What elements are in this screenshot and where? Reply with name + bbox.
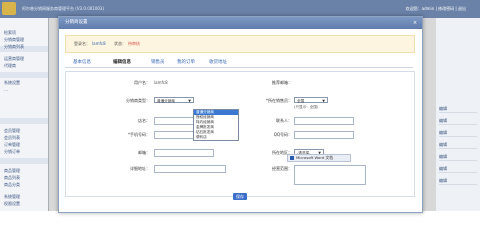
scope-textarea[interactable] — [294, 165, 366, 185]
username-label: 用户名： — [134, 80, 150, 85]
word-document-icon — [290, 156, 294, 160]
tab-bar: 基本信息 编辑信息 销售员 我的订单 收货地址 — [65, 57, 413, 68]
edit-form: 用户名： lamfc8 分销商类型： 普通分销商 ▼ 店名： *手机号码： 邮箱… — [65, 71, 415, 197]
phone-label: *手机号码： — [128, 132, 150, 137]
sales-selected: 全国 — [297, 99, 305, 103]
notice-user: lamfc8 — [92, 41, 106, 46]
chevron-down-icon: ▼ — [188, 99, 191, 103]
distributor-settings-modal: 分销商设置 × 登录名： lamfc8 状态： 待审核 基本信息 编辑信息 销售… — [58, 16, 423, 213]
background-table: 编辑 编辑 编辑 编辑 编辑 编辑 编辑 — [436, 18, 480, 211]
sidebar-item[interactable]: 会员管理 — [4, 128, 20, 134]
scope-label: 经营范围： — [272, 166, 292, 171]
notice-status: 待审核 — [128, 41, 140, 46]
sidebar-section — [0, 158, 48, 164]
sidebar-item[interactable]: 系统管理 — [4, 194, 20, 200]
sidebar-item[interactable]: 会员列表 — [4, 135, 20, 141]
sales-hint: (只显示：全国) — [294, 105, 319, 109]
table-row[interactable]: 编辑 — [439, 118, 477, 125]
modal-titlebar[interactable]: 分销商设置 × — [59, 17, 422, 29]
table-row[interactable]: 编辑 — [439, 178, 477, 185]
notice-user-label: 登录名： — [74, 41, 90, 46]
notice-bar: 登录名： lamfc8 状态： 待审核 — [65, 35, 415, 53]
table-row[interactable]: 编辑 — [439, 154, 477, 161]
referrer-label: 推荐邮箱： — [272, 80, 292, 85]
sidebar-item[interactable]: 商品管理 — [4, 168, 20, 174]
qq-input[interactable] — [294, 131, 354, 139]
sidebar-item[interactable]: 分销商管理 — [4, 37, 24, 43]
type-selected: 普通分销商 — [157, 99, 175, 103]
address-label: 详细地址： — [130, 166, 150, 171]
logo-icon — [2, 2, 16, 15]
notice-status-label: 状态： — [114, 41, 126, 46]
sales-select[interactable]: 全国 ▼ — [294, 97, 328, 103]
save-button[interactable]: 保存 — [233, 193, 247, 200]
sidebar-item[interactable]: 商品列表 — [4, 175, 20, 181]
sidebar: 检索项 分销商管理 分销商列表 运营商管理 代理商 系统设置 … 会员管理 会员… — [0, 18, 49, 211]
region-label: 所在地区： — [272, 150, 292, 155]
address-input[interactable] — [154, 165, 226, 173]
dropdown-option[interactable]: 便利店 — [194, 135, 238, 140]
close-icon[interactable]: × — [412, 20, 418, 26]
username-value: lamfc8 — [154, 80, 168, 85]
sidebar-item[interactable]: … — [4, 87, 8, 92]
table-row[interactable]: 编辑 — [439, 142, 477, 149]
store-label: 店名： — [138, 118, 150, 123]
sidebar-item[interactable]: 商品分类 — [4, 182, 20, 188]
email-label: 邮箱： — [138, 150, 150, 155]
modal-title: 分销商设置 — [65, 20, 88, 25]
sidebar-item[interactable]: 代理商 — [4, 63, 16, 69]
sales-label: *所在销售员： — [266, 98, 292, 103]
table-row[interactable]: 编辑 — [439, 166, 477, 173]
sidebar-section — [0, 72, 48, 78]
tab-address[interactable]: 收货地址 — [209, 59, 227, 65]
table-row[interactable]: 编辑 — [439, 130, 477, 137]
sidebar-section — [0, 118, 48, 124]
tab-my-orders[interactable]: 我的订单 — [177, 59, 195, 65]
type-label: 分销商类型： — [126, 98, 150, 103]
sidebar-item[interactable]: 权限设置 — [4, 201, 20, 207]
email-input[interactable] — [154, 149, 214, 157]
contact-input[interactable] — [294, 117, 354, 125]
tab-basic-info[interactable]: 基本信息 — [73, 59, 91, 65]
qq-label: QQ号码： — [273, 132, 292, 137]
sidebar-item[interactable]: 检索项 — [4, 30, 16, 36]
sidebar-item[interactable]: 系统设置 — [4, 80, 20, 86]
sidebar-item[interactable]: 运营商管理 — [4, 56, 24, 62]
contact-label: 联系人： — [276, 118, 292, 123]
autocomplete-text: Microsoft Word 文档 — [296, 155, 334, 160]
chevron-down-icon: ▼ — [322, 99, 325, 103]
type-select[interactable]: 普通分销商 ▼ — [154, 97, 194, 103]
user-links[interactable]: 欢迎您：admin | 修改密码 | 退出 — [406, 6, 466, 12]
tab-edit-info[interactable]: 编辑信息 — [113, 59, 131, 65]
system-title: 阿尔普分销网服务商管理平台 (V3.0.001003) — [22, 6, 105, 11]
type-dropdown-list: 普通分销商 授权经销商 特约经销商 金牌批发商 钻石批发商 便利店 — [193, 109, 239, 141]
autocomplete-popup[interactable]: Microsoft Word 文档 — [287, 154, 351, 162]
table-row[interactable]: 编辑 — [439, 106, 477, 113]
sidebar-item[interactable]: 分销商列表 — [4, 44, 24, 50]
tab-sales[interactable]: 销售员 — [151, 59, 165, 65]
sidebar-item[interactable]: 订单管理 — [4, 142, 20, 148]
sidebar-item[interactable]: 分销订单 — [4, 149, 20, 155]
